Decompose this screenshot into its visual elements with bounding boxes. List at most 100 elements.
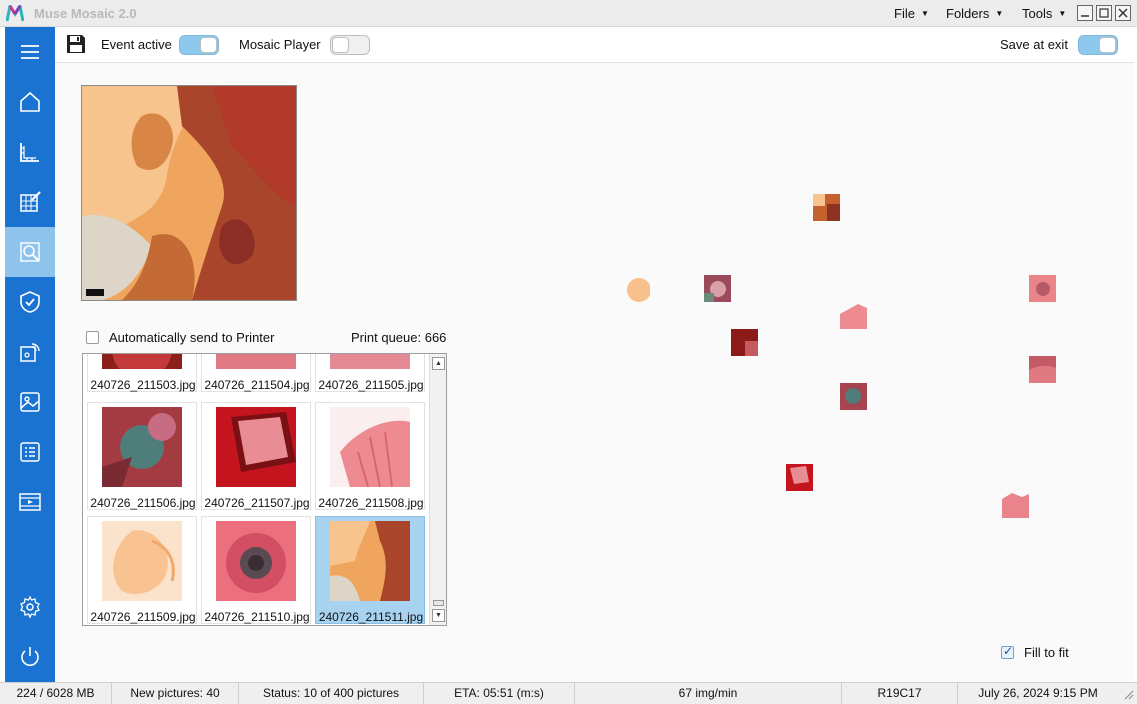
scroll-up-button[interactable]: ▲ xyxy=(432,357,445,370)
auto-print-label: Automatically send to Printer xyxy=(109,330,275,345)
video-film-icon xyxy=(19,493,41,511)
sidebar-item-video[interactable] xyxy=(5,477,55,527)
list-item[interactable]: 240726_211509.jpg xyxy=(87,516,197,624)
new-pictures-count: New pictures: 40 xyxy=(112,683,239,704)
minimize-icon xyxy=(1081,15,1089,17)
scroll-thumb[interactable] xyxy=(433,600,444,606)
fill-to-fit-checkbox[interactable] xyxy=(1001,644,1014,659)
mosaic-tile xyxy=(623,275,651,302)
sidebar-item-display[interactable] xyxy=(5,327,55,377)
thumbnail xyxy=(330,521,410,601)
mosaic-tile xyxy=(813,194,840,221)
toolbar: Event active Mosaic Player Save at exit xyxy=(55,27,1134,63)
caret-down-icon: ▼ xyxy=(920,9,929,18)
main-area: Automatically send to Printer Print queu… xyxy=(55,63,1134,682)
app-logo-icon xyxy=(6,5,24,22)
sidebar-item-edit[interactable] xyxy=(5,177,55,227)
file-name: 240726_211506.jpg xyxy=(90,496,196,510)
list-item[interactable]: 240726_211507.jpg xyxy=(201,402,311,510)
event-active-toggle[interactable] xyxy=(179,35,219,55)
sidebar-item-security[interactable] xyxy=(5,277,55,327)
grid-cell-position: R19C17 xyxy=(842,683,958,704)
status-text: Status: 10 of 400 pictures xyxy=(239,683,424,704)
rate-text: 67 img/min xyxy=(575,683,842,704)
menu-folders[interactable]: Folders ▼ xyxy=(946,6,1003,21)
list-item[interactable]: 240726_211510.jpg xyxy=(201,516,311,624)
image-gallery-list[interactable]: 240726_211503.jpg 240726_211504.jpg 2407… xyxy=(82,353,447,626)
file-name: 240726_211511.jpg xyxy=(318,610,424,624)
menu-file-label: File xyxy=(894,6,915,21)
mosaic-tile xyxy=(840,302,867,329)
thumbnail xyxy=(102,407,182,487)
preview-image xyxy=(82,86,296,300)
title-bar: Muse Mosaic 2.0 File ▼ Folders ▼ Tools ▼ xyxy=(0,0,1137,27)
edit-grid-icon xyxy=(20,191,41,212)
sidebar-item-checklist[interactable] xyxy=(5,427,55,477)
mosaic-player-label: Mosaic Player xyxy=(239,37,321,52)
maximize-icon xyxy=(1099,8,1109,18)
toggle-knob xyxy=(332,37,349,53)
power-icon xyxy=(21,647,39,666)
thumbnail xyxy=(102,521,182,601)
sidebar-item-layout[interactable] xyxy=(5,127,55,177)
list-item[interactable]: 240726_211508.jpg xyxy=(315,402,425,510)
mosaic-tile xyxy=(786,464,813,491)
caret-down-icon: ▼ xyxy=(1058,9,1067,18)
date-time: July 26, 2024 9:15 PM xyxy=(978,686,1098,700)
list-item[interactable]: 240726_211503.jpg xyxy=(87,354,197,392)
menu-file[interactable]: File ▼ xyxy=(894,6,929,21)
scroll-down-button[interactable]: ▼ xyxy=(432,609,445,622)
thumbnail xyxy=(102,354,182,369)
menu-tools-label: Tools xyxy=(1022,6,1053,21)
fill-to-fit-label: Fill to fit xyxy=(1024,645,1069,660)
sidebar-item-home[interactable] xyxy=(5,77,55,127)
mosaic-tile xyxy=(704,275,731,302)
toggle-knob xyxy=(1099,37,1116,53)
close-icon xyxy=(1118,8,1128,18)
sidebar xyxy=(5,27,55,682)
settings-gear-icon xyxy=(20,595,40,619)
mosaic-tile xyxy=(1029,356,1056,383)
thumbnail xyxy=(330,354,410,369)
file-name: 240726_211505.jpg xyxy=(318,378,424,392)
mosaic-player-toggle[interactable] xyxy=(330,35,370,55)
floppy-disk-icon[interactable] xyxy=(65,33,87,55)
mosaic-tile xyxy=(1002,491,1029,518)
save-at-exit-toggle[interactable] xyxy=(1078,35,1118,55)
sidebar-item-settings[interactable] xyxy=(5,582,55,632)
file-name: 240726_211510.jpg xyxy=(204,610,310,624)
print-queue-count: Print queue: 666 xyxy=(351,330,447,345)
mosaic-tile xyxy=(1029,275,1056,302)
list-item[interactable]: 240726_211505.jpg xyxy=(315,354,425,392)
search-image-icon xyxy=(20,242,40,262)
app-title: Muse Mosaic 2.0 xyxy=(34,6,137,21)
mosaic-tile xyxy=(840,383,867,410)
shield-check-icon xyxy=(20,291,40,313)
sidebar-menu-button[interactable] xyxy=(5,27,55,77)
menu-folders-label: Folders xyxy=(946,6,990,21)
maximize-button[interactable] xyxy=(1096,5,1112,21)
home-icon xyxy=(20,91,40,112)
file-name: 240726_211507.jpg xyxy=(204,496,310,510)
gallery-scrollbar[interactable]: ▲ ▼ xyxy=(429,354,446,625)
event-active-label: Event active xyxy=(101,37,172,52)
thumbnail xyxy=(330,407,410,487)
thumbnail xyxy=(216,407,296,487)
auto-print-checkbox[interactable] xyxy=(86,331,99,344)
minimize-button[interactable] xyxy=(1077,5,1093,21)
list-item[interactable]: 240726_211506.jpg xyxy=(87,402,197,510)
sidebar-item-preview[interactable] xyxy=(5,227,55,277)
resize-grip-icon[interactable] xyxy=(1122,688,1134,700)
close-button[interactable] xyxy=(1115,5,1131,21)
mosaic-tile xyxy=(731,329,758,356)
list-item-selected[interactable]: 240726_211511.jpg xyxy=(315,516,425,624)
image-gallery-icon xyxy=(20,392,40,412)
list-item[interactable]: 240726_211504.jpg xyxy=(201,354,311,392)
sidebar-item-power[interactable] xyxy=(5,632,55,682)
file-name: 240726_211504.jpg xyxy=(204,378,310,392)
current-image-preview xyxy=(81,85,297,301)
menu-tools[interactable]: Tools ▼ xyxy=(1022,6,1066,21)
save-at-exit-label: Save at exit xyxy=(1000,37,1068,52)
caret-down-icon: ▼ xyxy=(995,9,1004,18)
sidebar-item-gallery[interactable] xyxy=(5,377,55,427)
